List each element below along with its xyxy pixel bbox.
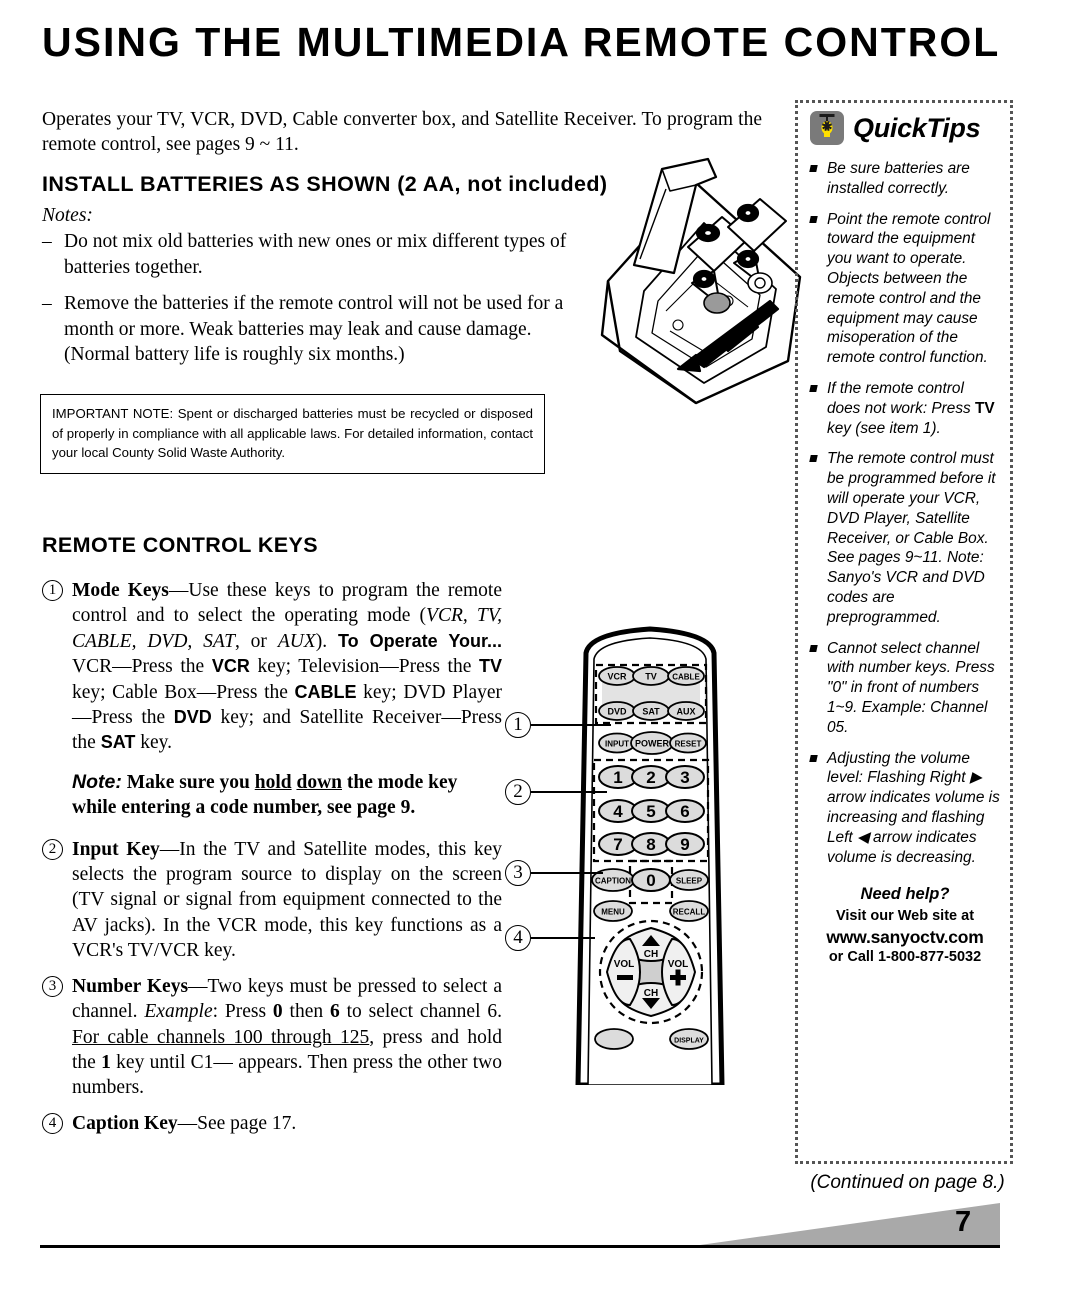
- list-item: Cannot select channel with number keys. …: [809, 639, 1000, 738]
- key-4: 4: [613, 802, 623, 821]
- mode-key-note: Note: Make sure you hold down the mode k…: [72, 770, 458, 819]
- callout-2: 2: [505, 779, 531, 805]
- key-3: 3: [680, 768, 689, 787]
- key-vcr: VCR: [607, 672, 627, 682]
- need-help-title: Need help?: [860, 885, 950, 904]
- quicktips-title: QuickTips: [853, 112, 981, 143]
- key-vol-up: VOL: [668, 959, 689, 970]
- dash-bullet: –: [42, 293, 52, 314]
- callout-number: 1: [42, 580, 63, 601]
- callout-number: 2: [42, 838, 63, 860]
- list-item-input-key: 2 Input Key—In the TV and Satellite mode…: [42, 837, 502, 964]
- remote-keys-list: 1 Mode Keys—Use these keys to program th…: [42, 578, 502, 1146]
- tip-text: Adjusting the volume level: Flashing Rig…: [827, 749, 1000, 866]
- page-number: 7: [955, 1206, 972, 1238]
- manual-page: USING THE MULTIMEDIA REMOTE CONTROL Oper…: [0, 0, 1080, 1311]
- key-ch-up: CH: [644, 949, 658, 960]
- key-display: DISPLAY: [674, 1038, 704, 1045]
- square-bullet: [809, 455, 818, 463]
- need-help-website: www.sanyoctv.com: [826, 927, 984, 948]
- quicktips-header: QuickTips: [810, 111, 1000, 145]
- key-8: 8: [646, 835, 655, 854]
- important-note-box: IMPORTANT NOTE: Spent or discharged batt…: [40, 394, 545, 474]
- list-item: – Remove the batteries if the remote con…: [42, 291, 582, 368]
- key-9: 9: [680, 835, 689, 854]
- key-6: 6: [680, 802, 689, 821]
- item-title: Input Key: [72, 838, 160, 860]
- intro-paragraph: Operates your TV, VCR, DVD, Cable conver…: [42, 109, 762, 155]
- remote-control-keys-heading: REMOTE CONTROL KEYS: [42, 533, 318, 557]
- list-item-number-keys: 3 Number Keys—Two keys must be pressed t…: [42, 974, 502, 1101]
- square-bullet: [809, 165, 818, 172]
- callout-3: 3: [505, 860, 531, 886]
- leader-line-2: [531, 791, 607, 793]
- key-7: 7: [613, 835, 622, 854]
- key-power: POWER: [635, 739, 670, 749]
- key-recall: RECALL: [673, 908, 706, 917]
- key-caption: CAPTION: [595, 877, 631, 886]
- list-item: If the remote control does not work: Pre…: [809, 379, 1000, 438]
- key-2: 2: [646, 768, 655, 787]
- lightbulb-icon: [810, 111, 844, 145]
- install-batteries-heading: INSTALL BATTERIES AS SHOWN (2 AA, not in…: [42, 172, 608, 196]
- quicktips-sidebar: QuickTips Be sure batteries are installe…: [795, 100, 1013, 1164]
- callout-number: 3: [42, 975, 63, 997]
- leader-line-4: [531, 937, 595, 939]
- square-bullet: [809, 644, 818, 652]
- key-tv: TV: [645, 672, 657, 682]
- key-aux: AUX: [676, 707, 695, 717]
- page-title: USING THE MULTIMEDIA REMOTE CONTROL: [42, 19, 1001, 65]
- battery-notes-list: – Do not mix old batteries with new ones…: [42, 229, 582, 379]
- item-title: Number Keys: [72, 975, 189, 997]
- need-help-line1: Visit our Web site at: [835, 908, 975, 925]
- tip-text: Cannot select channel with number keys. …: [827, 639, 995, 736]
- key-input: INPUT: [605, 740, 629, 749]
- footer-rule: [40, 1245, 1000, 1248]
- need-help-block: Need help? Visit our Web site at www.san…: [810, 885, 1000, 967]
- leader-line-1: [531, 724, 611, 726]
- key-1: 1: [613, 768, 622, 787]
- key-cable: CABLE: [672, 673, 700, 682]
- key-5: 5: [646, 802, 655, 821]
- item-body: See page 17.: [197, 1112, 297, 1134]
- note-text: Do not mix old batteries with new ones o…: [64, 231, 567, 278]
- note-label: Note:: [72, 770, 122, 793]
- continued-note: (Continued on page 8.): [810, 1172, 1005, 1193]
- notes-label: Notes:: [42, 205, 93, 226]
- note-text: Remove the batteries if the remote contr…: [64, 293, 564, 365]
- key-0: 0: [646, 871, 655, 890]
- key-ch-down: CH: [644, 988, 658, 999]
- key-menu: MENU: [601, 908, 625, 917]
- battery-compartment-illustration: [600, 155, 810, 405]
- tip-text: The remote control must be programmed be…: [827, 450, 996, 626]
- list-item-mode-keys: 1 Mode Keys—Use these keys to program th…: [42, 578, 502, 756]
- need-help-line2: or Call 1-800-877-5032: [828, 949, 982, 966]
- callout-number: 4: [42, 1112, 63, 1134]
- tip-text: Be sure batteries are installed correctl…: [827, 160, 970, 197]
- list-item: Adjusting the volume level: Flashing Rig…: [809, 749, 1000, 868]
- callout-1: 1: [505, 712, 531, 738]
- list-item-caption-key: 4 Caption Key—See page 17.: [42, 1111, 502, 1136]
- remote-control-illustration: VCR TV CABLE DVD SAT AUX INPUT POWER RES…: [490, 615, 800, 1088]
- key-reset: RESET: [675, 740, 702, 749]
- square-bullet: [809, 215, 818, 223]
- list-item: The remote control must be programmed be…: [809, 449, 1000, 627]
- tip-text: Point the remote control toward the equi…: [827, 210, 991, 367]
- key-sat: SAT: [642, 707, 660, 717]
- item-title: Caption Key: [72, 1112, 178, 1134]
- item-title: Mode Keys: [72, 580, 169, 601]
- list-item: Be sure batteries are installed correctl…: [809, 159, 1000, 199]
- leader-line-3: [531, 872, 603, 874]
- square-bullet: [809, 754, 818, 762]
- list-item: Point the remote control toward the equi…: [809, 210, 1000, 368]
- key-dvd: DVD: [607, 707, 627, 717]
- key-sleep: SLEEP: [676, 877, 703, 886]
- list-item: – Do not mix old batteries with new ones…: [42, 229, 582, 280]
- square-bullet: [809, 384, 818, 392]
- callout-4: 4: [505, 925, 531, 951]
- dash-bullet: –: [42, 231, 52, 252]
- key-vol-down: VOL: [614, 959, 635, 970]
